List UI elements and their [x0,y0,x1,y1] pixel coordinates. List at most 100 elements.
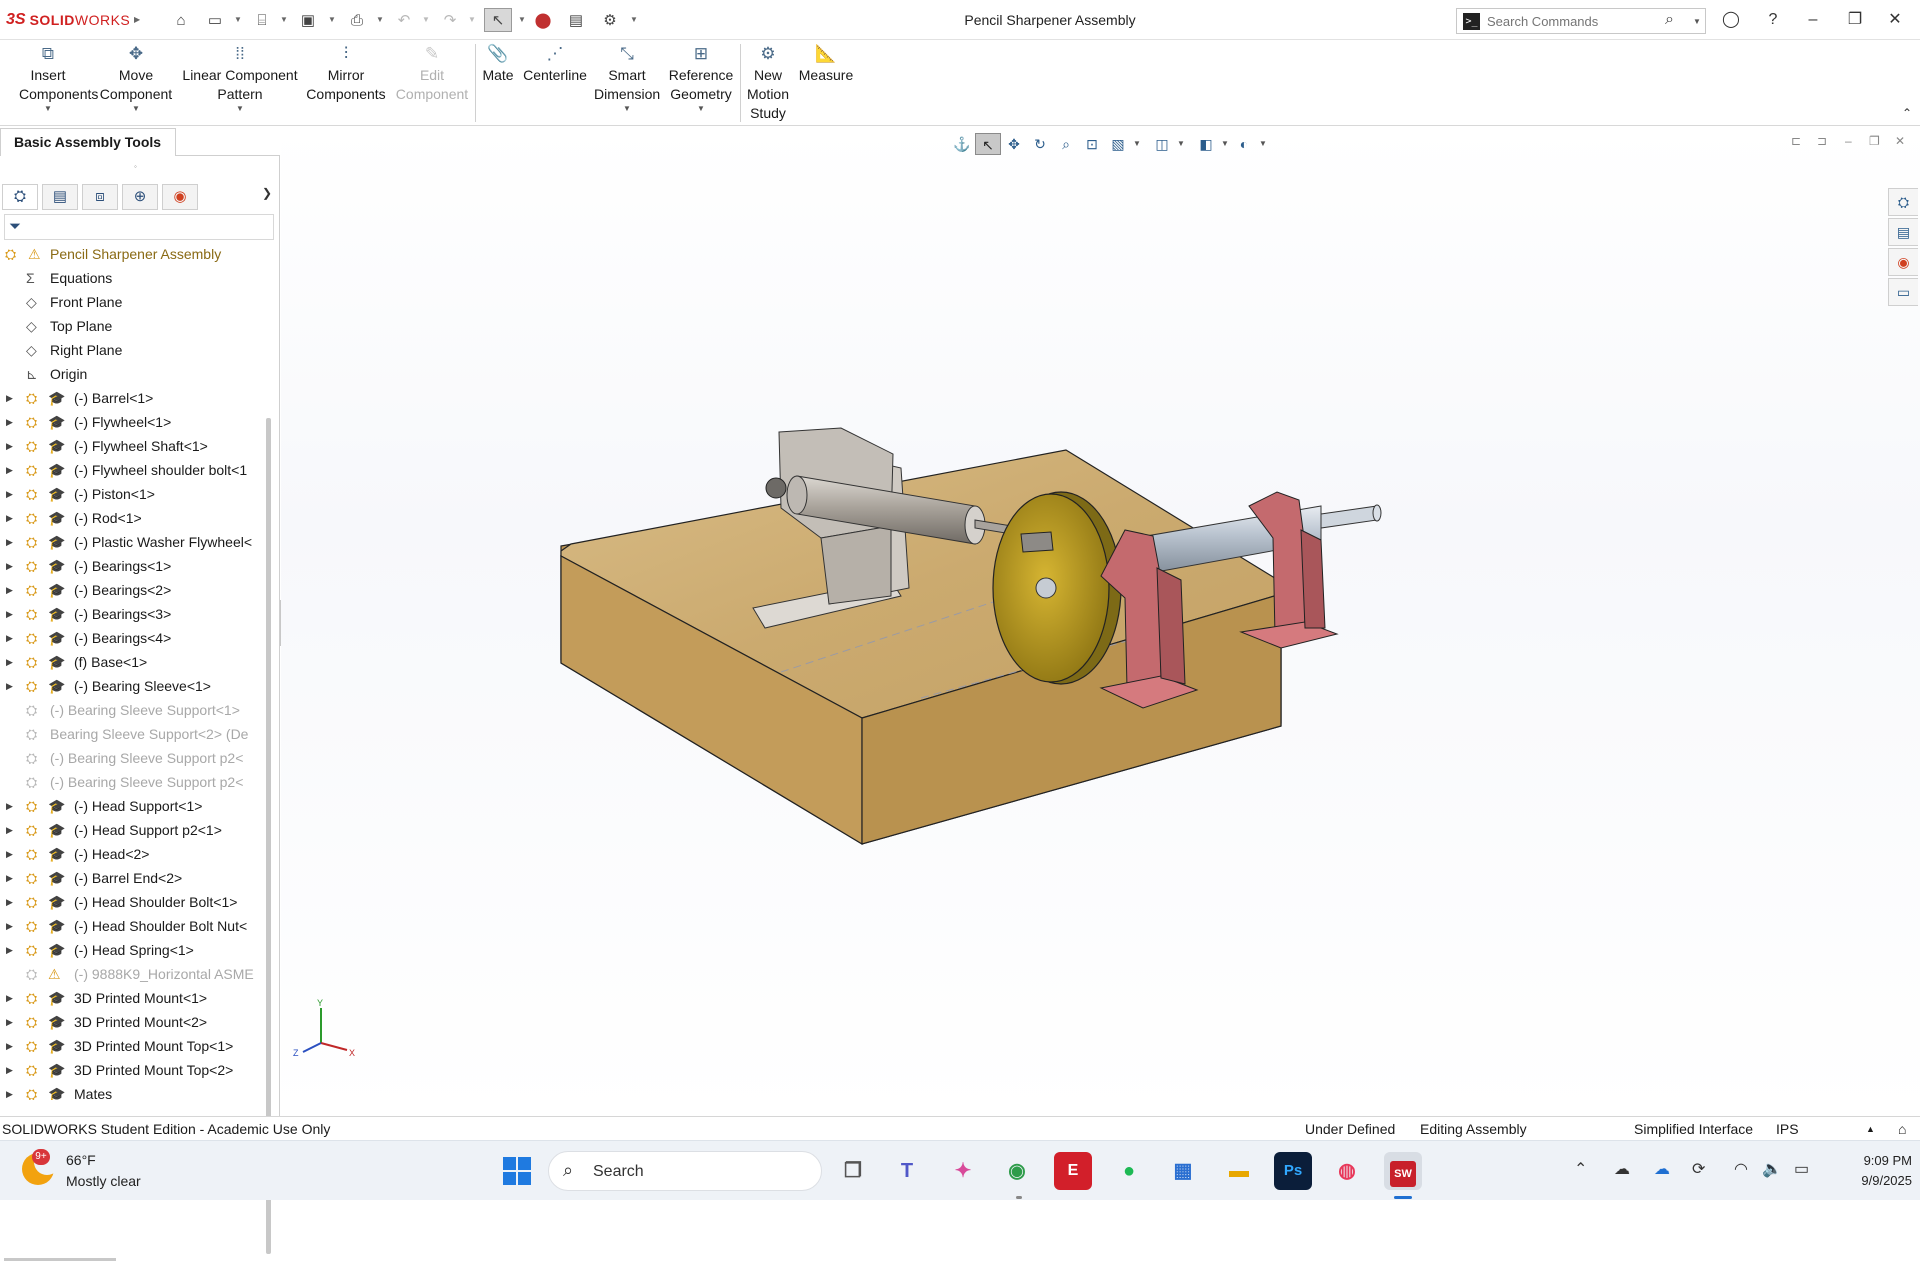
tree-item[interactable]: ▶ ⛭ 🎓 (-) Head Spring<1> [0,938,264,962]
centerline-button[interactable]: ⋰ Centerline [520,44,590,85]
solidworks-logo[interactable]: 3S SOLIDWORKS [6,10,130,30]
assembly-model[interactable] [281,128,1920,1116]
tree-item[interactable]: ▶ ⛭ 🎓 3D Printed Mount Top<1> [0,1034,264,1058]
tree-item[interactable]: ▶ ⛭ 🎓 Mates [0,1082,264,1100]
spotify-icon[interactable]: ● [1110,1152,1148,1190]
start-windows-icon[interactable] [498,1152,536,1190]
flywheel[interactable] [992,491,1122,685]
creative-cloud-icon[interactable]: ◍ [1328,1152,1366,1190]
tree-item[interactable]: ▶ ⛭ 🎓 3D Printed Mount<2> [0,1010,264,1034]
smart-dimension-dropdown-icon[interactable]: ▼ [592,104,662,114]
expand-arrow-icon[interactable]: ▶ [6,650,16,674]
tree-item[interactable]: ▶ ⛭ 🎓 (-) Head Support<1> [0,794,264,818]
menu-expand-icon[interactable]: ▶ [134,15,140,24]
file-explorer-taskbar-icon[interactable]: ▬ [1220,1152,1258,1190]
expand-arrow-icon[interactable]: ▶ [6,386,16,410]
expand-arrow-icon[interactable]: ▶ [6,1082,16,1100]
tree-item[interactable]: ▶ ⛭ 🎓 (-) Bearings<2> [0,578,264,602]
tree-item[interactable]: ▶ ⛭ 🎓 (-) Head Shoulder Bolt<1> [0,890,264,914]
expand-arrow-icon[interactable]: ▶ [6,458,16,482]
tree-item[interactable]: ▶ ⛭ 🎓 3D Printed Mount Top<2> [0,1058,264,1082]
expand-arrow-icon[interactable]: ▶ [6,794,16,818]
onedrive-error-icon[interactable]: ☁ [1614,1159,1630,1179]
tree-item[interactable]: ▶ ⛭ 🎓 (-) Head Support p2<1> [0,818,264,842]
expand-arrow-icon[interactable]: ▶ [6,914,16,938]
tree-item[interactable]: ⛭ (-) Bearing Sleeve Support p2< [0,770,264,794]
tree-root[interactable]: ⛭ ⚠ Pencil Sharpener Assembly [0,242,264,266]
measure-button[interactable]: 📐 Measure [796,44,856,85]
expand-arrow-icon[interactable]: ▶ [6,1058,16,1082]
expand-arrow-icon[interactable]: ▶ [6,1010,16,1034]
expand-arrow-icon[interactable]: ▶ [6,626,16,650]
close-icon[interactable]: ✕ [1880,8,1910,32]
dimxpert-tab-icon[interactable]: ⊕ [122,184,158,210]
tree-item[interactable]: ▶ ⛭ 🎓 (-) Head<2> [0,842,264,866]
expand-arrow-icon[interactable]: ▶ [6,866,16,890]
account-icon[interactable]: ◯ [1716,8,1746,32]
tab-basic-assembly-tools[interactable]: Basic Assembly Tools [0,128,176,156]
expand-arrow-icon[interactable]: ▶ [6,674,16,698]
tree-item[interactable]: ▶ ⛭ 🎓 (f) Base<1> [0,650,264,674]
wifi-icon[interactable]: ◠ [1734,1159,1748,1179]
smart-dimension-button[interactable]: ⤡ Smart Dimension ▼ [592,44,662,114]
new-document-icon[interactable]: ▭ [204,8,226,32]
tree-item[interactable]: ▶ ⛭ 🎓 (-) Bearing Sleeve<1> [0,674,264,698]
collapse-ribbon-icon[interactable]: ⌃ [1902,106,1912,120]
expand-arrow-icon[interactable]: ▶ [6,842,16,866]
photoshop-icon[interactable]: Ps [1274,1152,1312,1190]
search-commands-box[interactable]: >_ ⌕ ▼ [1456,8,1706,34]
open-dropdown-icon[interactable]: ▼ [280,15,288,24]
tree-item[interactable]: Σ Equations [0,266,264,290]
expand-arrow-icon[interactable]: ▶ [6,482,16,506]
linear-pattern-dropdown-icon[interactable]: ▼ [180,104,300,114]
filter-icon[interactable]: ⏷ [9,218,21,235]
chrome-icon[interactable]: ◉ [998,1152,1036,1190]
expand-arrow-icon[interactable]: ▶ [6,938,16,962]
move-component-dropdown-icon[interactable]: ▼ [94,104,178,114]
volume-icon[interactable]: 🔈 [1762,1159,1782,1179]
tree-item[interactable]: ⛭ (-) Bearing Sleeve Support<1> [0,698,264,722]
tree-item[interactable]: ▶ ⛭ 🎓 (-) Bearings<3> [0,602,264,626]
tree-item[interactable]: ▶ ⛭ 🎓 (-) Barrel End<2> [0,866,264,890]
options-gear-icon[interactable]: ⚙ [598,8,622,32]
expand-arrow-icon[interactable]: ▶ [6,434,16,458]
tree-filter[interactable]: ⏷ [4,214,274,240]
select-dropdown-icon[interactable]: ▼ [518,15,526,24]
system-clock[interactable]: 9:09 PM 9/9/2025 [1836,1151,1912,1191]
panel-grip-icon[interactable]: ◦ [134,162,137,171]
tree-item[interactable]: ⛭ ⚠ (-) 9888K9_Horizontal ASME [0,962,264,986]
mate-button[interactable]: 📎 Mate [478,44,518,85]
print-dropdown-icon[interactable]: ▼ [376,15,384,24]
expand-arrow-icon[interactable]: ▶ [6,986,16,1010]
copilot-icon[interactable]: ✦ [944,1152,982,1190]
expand-arrow-icon[interactable]: ▶ [6,602,16,626]
new-motion-study-button[interactable]: ⚙ New Motion Study [742,44,794,123]
home-icon[interactable]: ⌂ [168,8,194,32]
reference-geometry-button[interactable]: ⊞ Reference Geometry ▼ [664,44,738,114]
tag-icon[interactable]: ⌂ [1898,1118,1906,1140]
feature-tree-tab-icon[interactable]: ⛭ [2,184,38,210]
help-icon[interactable]: ? [1758,8,1788,32]
units-dropdown-icon[interactable]: ▲ [1866,1118,1875,1140]
tree-item[interactable]: ▶ ⛭ 🎓 (-) Piston<1> [0,482,264,506]
configuration-manager-tab-icon[interactable]: ⧈ [82,184,118,210]
tree-item[interactable]: ▶ ⛭ 🎓 3D Printed Mount<1> [0,986,264,1010]
tree-item[interactable]: ▶ ⛭ 🎓 (-) Plastic Washer Flywheel< [0,530,264,554]
tree-item[interactable]: ◇ Top Plane [0,314,264,338]
tree-item[interactable]: ▶ ⛭ 🎓 (-) Flywheel<1> [0,410,264,434]
undo-dropdown-icon[interactable]: ▼ [422,15,430,24]
tree-item[interactable]: ◇ Front Plane [0,290,264,314]
save-dropdown-icon[interactable]: ▼ [328,15,336,24]
status-interface[interactable]: Simplified Interface [1634,1118,1753,1140]
tree-item[interactable]: ⊾ Origin [0,362,264,386]
open-folder-icon[interactable]: ⌸ [250,8,274,32]
show-hidden-icons-chevron[interactable]: ⌃ [1574,1159,1587,1179]
search-icon[interactable]: ⌕ [1665,11,1674,29]
expand-arrow-icon[interactable]: ▶ [6,578,16,602]
weather-widget[interactable]: 9+ 66°F Mostly clear [22,1149,162,1193]
graphics-viewport[interactable]: ⚓ ↖ ✥ ↻ ⌕ ⊡ ▧ ▼ ◫ ▼ ◧ ▼ ◐ ▼ ⊏ ⊐ – ❐ ✕ ⛭ … [281,128,1920,1116]
expand-arrow-icon[interactable]: ▶ [6,410,16,434]
undo-icon[interactable]: ↶ [392,8,416,32]
tree-item[interactable]: ⛭ Bearing Sleeve Support<2> (De [0,722,264,746]
status-units[interactable]: IPS [1776,1118,1799,1140]
